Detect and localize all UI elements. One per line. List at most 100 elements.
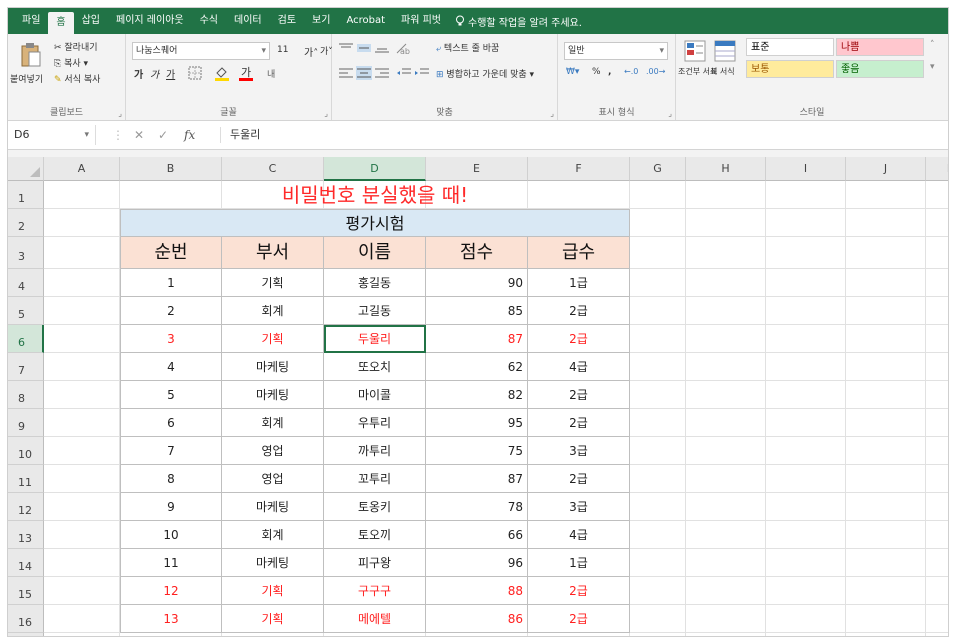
tab-power-pivot[interactable]: 파워 피벗: [393, 11, 449, 31]
column-header-g[interactable]: G: [630, 157, 686, 181]
table-cell[interactable]: 13: [120, 605, 222, 633]
table-cell[interactable]: 회계: [222, 521, 324, 549]
select-all-button[interactable]: [8, 157, 44, 181]
table-cell[interactable]: 2급: [528, 409, 630, 437]
table-cell[interactable]: 11: [120, 549, 222, 577]
table-cell[interactable]: 5: [120, 381, 222, 409]
underline-button[interactable]: 가: [166, 66, 175, 81]
row-header-14[interactable]: 14: [8, 549, 44, 577]
align-center-icon[interactable]: [356, 66, 372, 80]
tab-page-layout[interactable]: 페이지 레이아웃: [108, 11, 192, 31]
column-header-f[interactable]: F: [528, 157, 630, 181]
row-header-3[interactable]: 3: [8, 237, 44, 269]
table-cell[interactable]: 마케팅: [222, 353, 324, 381]
wrap-text-button[interactable]: ⤶ 텍스트 줄 바꿈: [436, 41, 499, 54]
table-cell[interactable]: 90: [426, 269, 528, 297]
table-cell[interactable]: 9: [120, 493, 222, 521]
phonetic-icon[interactable]: 내: [266, 65, 282, 81]
table-cell[interactable]: 82: [426, 381, 528, 409]
table-cell[interactable]: 4급: [528, 521, 630, 549]
copy-button[interactable]: ⎘ 복사 ▾: [54, 56, 88, 69]
row-header-11[interactable]: 11: [8, 465, 44, 493]
styles-more-icon[interactable]: ▾: [930, 62, 935, 72]
orientation-icon[interactable]: ab: [394, 40, 410, 56]
table-cell[interactable]: 토오끼: [324, 521, 426, 549]
column-header-b[interactable]: B: [120, 157, 222, 181]
table-cell[interactable]: 회계: [222, 297, 324, 325]
dialog-launcher-icon[interactable]: ⌟: [324, 109, 328, 118]
align-middle-icon[interactable]: [356, 42, 372, 54]
column-title[interactable]: 점수: [426, 237, 528, 269]
style-normal[interactable]: 표준: [746, 38, 834, 56]
table-cell[interactable]: 1급: [528, 269, 630, 297]
table-cell[interactable]: 66: [426, 521, 528, 549]
row-header-2[interactable]: 2: [8, 209, 44, 237]
tab-review[interactable]: 검토: [270, 11, 304, 31]
table-cell[interactable]: 2급: [528, 465, 630, 493]
table-cell[interactable]: 2급: [528, 297, 630, 325]
tab-formulas[interactable]: 수식: [192, 11, 226, 31]
column-title[interactable]: 순번: [120, 237, 222, 269]
table-cell[interactable]: 7: [120, 437, 222, 465]
percent-button[interactable]: %: [592, 67, 601, 77]
italic-button[interactable]: 가: [150, 66, 159, 81]
tab-file[interactable]: 파일: [14, 11, 48, 31]
paste-label[interactable]: 붙여넣기: [10, 72, 43, 85]
table-cell[interactable]: 96: [426, 549, 528, 577]
increase-indent-icon[interactable]: [414, 66, 430, 80]
enter-icon[interactable]: ✓: [158, 125, 168, 145]
table-cell[interactable]: 12: [120, 577, 222, 605]
accounting-format-icon[interactable]: ₩▾: [566, 67, 579, 77]
dialog-launcher-icon[interactable]: ⌟: [118, 109, 122, 118]
conditional-format-icon[interactable]: [684, 40, 706, 62]
table-cell[interactable]: 회계: [222, 409, 324, 437]
table-cell[interactable]: 2: [120, 297, 222, 325]
font-size-combo[interactable]: 11: [274, 42, 300, 60]
table-cell[interactable]: 4: [120, 353, 222, 381]
format-as-table-icon[interactable]: [714, 40, 736, 62]
column-header-i[interactable]: I: [766, 157, 846, 181]
tell-me-box[interactable]: 수행할 작업을 알려 주세요.: [455, 14, 582, 29]
table-cell[interactable]: 86: [426, 605, 528, 633]
dialog-launcher-icon[interactable]: ⌟: [668, 109, 672, 118]
row-header-8[interactable]: 8: [8, 381, 44, 409]
shrink-font-button[interactable]: 가˅: [320, 44, 333, 57]
table-cell[interactable]: 6: [120, 409, 222, 437]
align-left-icon[interactable]: [338, 66, 354, 80]
table-cell[interactable]: 1: [120, 269, 222, 297]
column-title[interactable]: 부서: [222, 237, 324, 269]
format-as-table-label[interactable]: 표 서식: [710, 66, 750, 77]
row-header-12[interactable]: 12: [8, 493, 44, 521]
sheet-title[interactable]: 비밀번호 분실했을 때!: [120, 181, 630, 209]
row-header-7[interactable]: 7: [8, 353, 44, 381]
font-color-icon[interactable]: 가: [238, 65, 254, 81]
table-cell[interactable]: 4급: [528, 353, 630, 381]
table-cell[interactable]: 우투리: [324, 409, 426, 437]
table-cell[interactable]: 메에텔: [324, 605, 426, 633]
number-format-combo[interactable]: 일반 ▾: [564, 42, 668, 60]
table-cell[interactable]: 또오치: [324, 353, 426, 381]
table-cell[interactable]: 85: [426, 297, 528, 325]
table-cell[interactable]: 62: [426, 353, 528, 381]
tab-view[interactable]: 보기: [304, 11, 338, 31]
decrease-decimal-icon[interactable]: .00→: [646, 67, 665, 76]
row-header-10[interactable]: 10: [8, 437, 44, 465]
table-cell[interactable]: 까투리: [324, 437, 426, 465]
name-box[interactable]: D6 ▾: [10, 125, 96, 145]
increase-decimal-icon[interactable]: ←.0: [624, 67, 638, 76]
borders-icon[interactable]: [188, 66, 202, 80]
column-header-h[interactable]: H: [686, 157, 766, 181]
table-cell[interactable]: 78: [426, 493, 528, 521]
column-header-j[interactable]: J: [846, 157, 926, 181]
style-bad[interactable]: 나쁨: [836, 38, 924, 56]
table-cell[interactable]: 마케팅: [222, 493, 324, 521]
table-cell[interactable]: 3급: [528, 437, 630, 465]
table-cell[interactable]: 95: [426, 409, 528, 437]
styles-scroll-up-icon[interactable]: ˄: [930, 40, 935, 50]
row-header-5[interactable]: 5: [8, 297, 44, 325]
column-header-d[interactable]: D: [324, 157, 426, 181]
table-cell[interactable]: 토옹키: [324, 493, 426, 521]
table-cell[interactable]: 3: [120, 325, 222, 353]
table-cell[interactable]: 영업: [222, 465, 324, 493]
comma-button[interactable]: ,: [608, 67, 611, 77]
